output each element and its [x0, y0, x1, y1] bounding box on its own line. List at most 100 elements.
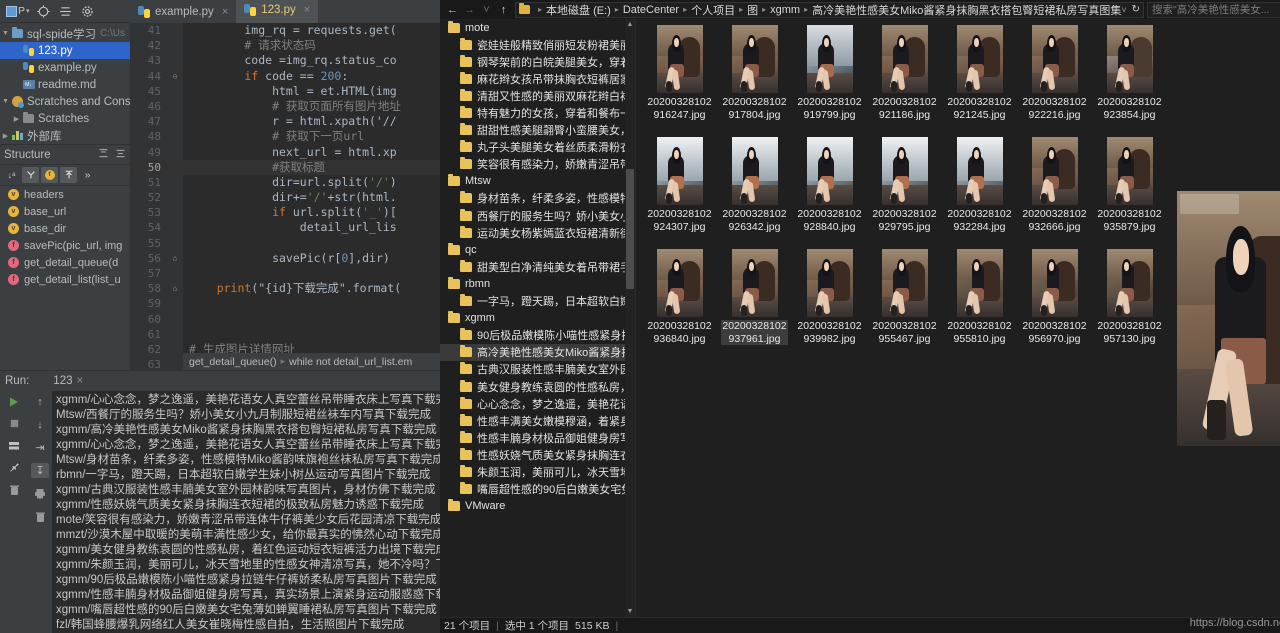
more-icon[interactable]: »	[79, 167, 96, 183]
file-grid-item[interactable]: 20200328102 926342.jpg	[717, 137, 792, 247]
scroll-up-icon[interactable]: ↑	[31, 394, 49, 409]
nav-tree-item[interactable]: 甜美型白净清纯美女着吊带裙手捕	[440, 258, 635, 275]
code-line[interactable]: 47 r = html.xpath('//	[131, 114, 440, 129]
code-line[interactable]: 41 img_rq = requests.get(	[131, 23, 440, 38]
code-line[interactable]: 55	[131, 236, 440, 251]
file-grid-item[interactable]: 20200328102 932284.jpg	[942, 137, 1017, 247]
nav-tree-scrollbar[interactable]: ▲ ▼	[625, 19, 635, 617]
file-grid-item[interactable]: 20200328102 916247.jpg	[642, 25, 717, 135]
nav-tree-item[interactable]: VMware	[440, 498, 635, 515]
file-grid-item[interactable]: 20200328102 932666.jpg	[1017, 137, 1092, 247]
trash-icon[interactable]	[5, 482, 23, 497]
structure-item[interactable]: f savePic(pic_url, img	[0, 237, 130, 254]
file-grid-item[interactable]: 20200328102 955810.jpg	[942, 249, 1017, 359]
breadcrumb-current-folder[interactable]: 高冷美艳性感美女Miko酱紧身抹胸黑衣搭包臀短裙私房写真图集	[812, 3, 1121, 17]
project-tree-item[interactable]: ▶ 外部库	[0, 127, 130, 144]
project-tree-item[interactable]: ▶ Scratches	[0, 110, 130, 127]
code-line[interactable]: 60	[131, 312, 440, 327]
file-grid-item[interactable]: 20200328102 929795.jpg	[867, 137, 942, 247]
show-fields-icon[interactable]: f	[41, 167, 58, 183]
close-icon[interactable]: ×	[222, 6, 228, 18]
code-line[interactable]: 50 #获取标题	[131, 159, 440, 175]
nav-tree-item[interactable]: 心心念念，梦之逸遥，美艳花语女	[440, 395, 635, 412]
run-console-output[interactable]: xgmm/心心念念，梦之逸遥，美艳花语女人真空蕾丝吊带睡衣床上写真下载完成 Mts…	[52, 391, 440, 633]
tab-123-py[interactable]: 123.py ×	[236, 0, 319, 23]
nav-tree-item[interactable]: 西餐厅的服务生吗？娇小美女小九	[440, 207, 635, 224]
nav-tree-item[interactable]: 特有魅力的女孩，穿着和餐布一样	[440, 104, 635, 121]
target-icon[interactable]	[34, 2, 54, 20]
forward-icon[interactable]: →	[461, 1, 478, 18]
project-tree-item[interactable]: M↓ readme.md	[0, 76, 130, 93]
scroll-up-arrow-icon[interactable]: ▲	[625, 19, 635, 30]
show-inherited-icon[interactable]	[60, 167, 77, 183]
nav-tree-item[interactable]: 甜甜性感美腿翿臀小蛮腰美女，居	[440, 122, 635, 139]
nav-tree-item[interactable]: 一字马，蹬天踢，日本超软白嫩学	[440, 293, 635, 310]
nav-tree-item[interactable]: 性感丰腩身材极品御姐健身房写真	[440, 429, 635, 446]
file-grid-item[interactable]: 20200328102 955467.jpg	[867, 249, 942, 359]
recent-locations-icon[interactable]: ˅	[478, 1, 495, 18]
code-line[interactable]: 48 # 获取下一页url	[131, 129, 440, 144]
code-line[interactable]: 51 dir=url.split('/')	[131, 175, 440, 190]
nav-tree-item[interactable]: qc	[440, 241, 635, 258]
tree-expand-arrow-icon[interactable]: ▶	[0, 132, 11, 140]
address-bar[interactable]: ▸ 本地磁盘 (E:) ▸ DateCenter ▸ 个人项目 ▸ 图 ▸ xg…	[515, 1, 1144, 18]
tree-expand-arrow-icon[interactable]: ▶	[11, 115, 22, 123]
settings-gear-icon[interactable]	[78, 2, 98, 20]
code-line[interactable]: 59	[131, 296, 440, 311]
file-grid-item[interactable]: 20200328102 921245.jpg	[942, 25, 1017, 135]
run-icon[interactable]	[5, 394, 23, 409]
nav-tree-item[interactable]: 麻花辫女孩吊带抹胸衣短裤居家沙	[440, 70, 635, 87]
code-line[interactable]: 57	[131, 266, 440, 281]
nav-tree-item[interactable]: mote	[440, 19, 635, 36]
file-grid-item[interactable]: 20200328102 928840.jpg	[792, 137, 867, 247]
sort-alpha-icon[interactable]: ↓ a	[3, 167, 20, 183]
project-tree-item[interactable]: ▼ sql-spide学习 C:\Us	[0, 25, 130, 42]
file-grid-item[interactable]: 20200328102 935879.jpg	[1092, 137, 1167, 247]
code-line[interactable]: 56 ⌂ savePic(r[0],dir)	[131, 251, 440, 266]
stop-icon[interactable]	[5, 416, 23, 431]
code-line[interactable]: 52 dir+='/'+str(html.	[131, 190, 440, 205]
tree-expand-arrow-icon[interactable]: ▼	[0, 30, 11, 37]
file-grid-item[interactable]: 20200328102 924307.jpg	[642, 137, 717, 247]
nav-tree-item[interactable]: Mtsw	[440, 173, 635, 190]
nav-tree-item[interactable]: 笑容很有感染力，娇嫩青涩吊带连	[440, 156, 635, 173]
structure-item[interactable]: v base_url	[0, 203, 130, 220]
code-fold-marker-icon[interactable]: ⌂	[167, 251, 183, 266]
nav-tree-item[interactable]: 钢琴架前的白皖美腿美女，穿着异	[440, 53, 635, 70]
back-icon[interactable]: ←	[444, 1, 461, 18]
scrollbar-thumb[interactable]	[626, 169, 634, 289]
code-line[interactable]: 42 # 请求状态码	[131, 38, 440, 53]
search-box[interactable]: 搜索"高冷美艳性感美女... ⌕	[1146, 1, 1280, 18]
project-tree-item[interactable]: example.py	[0, 59, 130, 76]
code-line[interactable]: 45 html = et.HTML(img	[131, 84, 440, 99]
code-line[interactable]: 44 ⊖ if code == 200:	[131, 69, 440, 84]
scroll-down-arrow-icon[interactable]: ▼	[625, 606, 635, 617]
close-icon[interactable]: ×	[76, 375, 83, 387]
code-line[interactable]: 53 if url.split('_')[	[131, 205, 440, 220]
breadcrumb-datecenter[interactable]: DateCenter	[623, 4, 679, 16]
tab-example-py[interactable]: example.py ×	[130, 1, 236, 23]
scroll-down-icon[interactable]: ↓	[31, 417, 49, 432]
code-line[interactable]: 46 # 获取页面所有图片地址	[131, 99, 440, 114]
nav-tree-item[interactable]: 运动美女杨紫嫣蓝衣短裙清新街拍	[440, 224, 635, 241]
breadcrumb-drive[interactable]: 本地磁盘 (E:)	[546, 3, 611, 17]
nav-tree-item[interactable]: 瓷娃娃般精致俏丽短发粉裙美丽少	[440, 36, 635, 53]
nav-tree-item[interactable]: 高冷美艳性感美女Miko酱紧身抹	[440, 343, 635, 361]
file-grid-item[interactable]: 20200328102 923854.jpg	[1092, 25, 1167, 135]
nav-tree-item[interactable]: 90后极品嫩模陈小喵性感紧身拉链	[440, 327, 635, 344]
file-grid-item[interactable]: 20200328102 917804.jpg	[717, 25, 792, 135]
structure-item[interactable]: v headers	[0, 186, 130, 203]
breadcrumb-item[interactable]: get_detail_queue()	[189, 356, 277, 368]
project-icon[interactable]: P ▾	[4, 5, 32, 17]
breadcrumb-tu[interactable]: 图	[747, 3, 758, 17]
code-line[interactable]: 54 detail_url_lis	[131, 220, 440, 235]
code-line[interactable]: 58 ⌂ print("{id}下载完成".format(	[131, 281, 440, 296]
nav-tree-item[interactable]: 身材苗条，纤柔多姿，性感模特M	[440, 190, 635, 207]
structure-item[interactable]: f get_detail_list(list_u	[0, 271, 130, 288]
nav-tree-item[interactable]: 朱颜玉润，美丽可儿，冰天雪地里	[440, 463, 635, 480]
nav-tree-item[interactable]: 性感丰满美女嫩模穆涵，着紧身装	[440, 412, 635, 429]
breadcrumb-xgmm[interactable]: xgmm	[770, 4, 800, 16]
code-editor[interactable]: 41 img_rq = requests.get(42 # 请求状态码 43 co…	[131, 23, 440, 370]
file-grid-item[interactable]: 20200328102 919799.jpg	[792, 25, 867, 135]
soft-wrap-icon[interactable]: ⇥	[31, 440, 49, 455]
